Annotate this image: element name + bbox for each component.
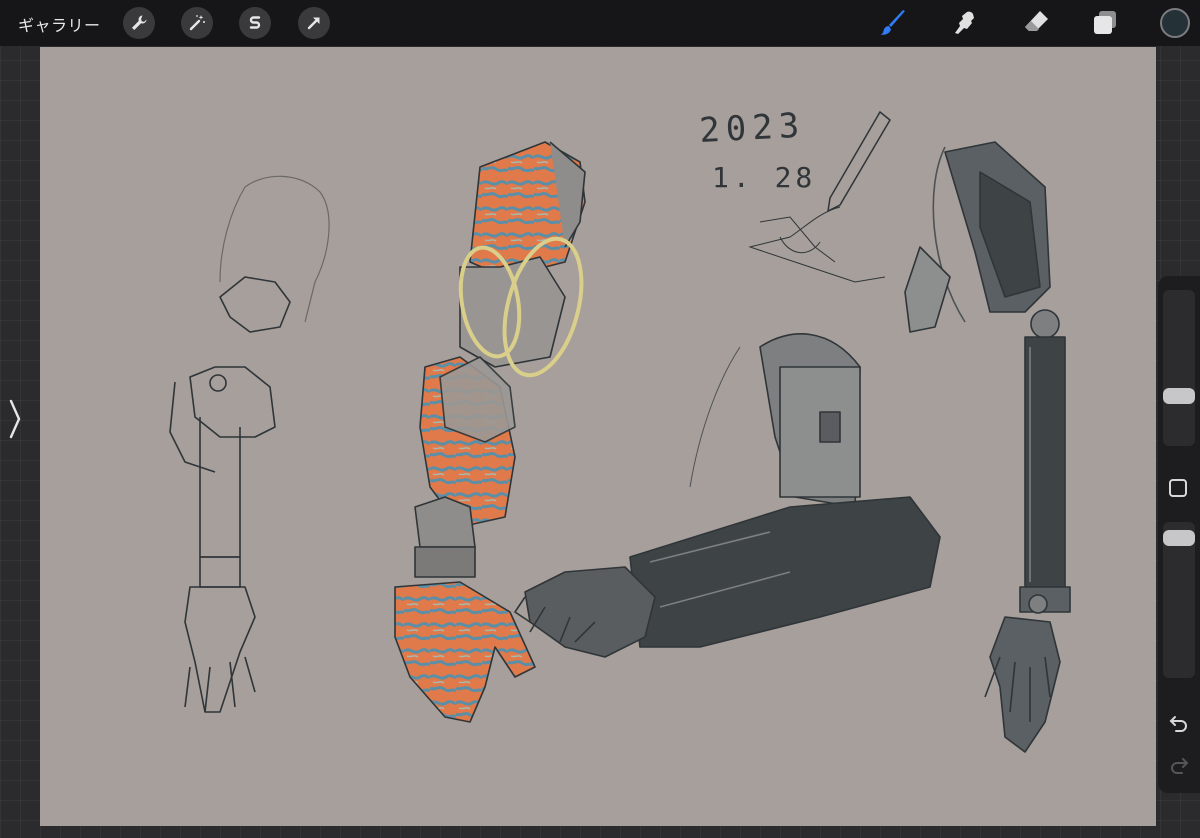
wrench-icon: [132, 15, 147, 30]
sidebar-toggle-button[interactable]: [4, 398, 26, 440]
modify-button[interactable]: [1169, 479, 1187, 497]
eraser-icon: [1025, 11, 1048, 31]
brush-sidebar: [1158, 276, 1200, 793]
selection-button[interactable]: [239, 7, 271, 39]
arm-sketch-3: [514, 333, 941, 658]
date-year: 2023: [698, 106, 806, 151]
smudge-tool-button[interactable]: [950, 8, 980, 38]
sketch-artwork: 2023 1. 28: [169, 106, 1071, 753]
arrow-transform-icon: [307, 17, 320, 30]
opacity-thumb[interactable]: [1163, 530, 1195, 546]
brush-size-thumb[interactable]: [1163, 388, 1195, 404]
brush-icon: [880, 10, 905, 35]
adjustments-button[interactable]: [181, 7, 213, 39]
undo-button[interactable]: [1167, 712, 1191, 736]
top-toolbar: ギャラリー: [0, 0, 1200, 46]
chevron-right-icon: [9, 399, 21, 439]
actions-button[interactable]: [123, 7, 155, 39]
transform-button[interactable]: [298, 7, 330, 39]
layers-icon: [1094, 11, 1116, 34]
arm-sketch-1: [169, 175, 330, 713]
redo-icon: [1171, 758, 1189, 774]
smudge-icon: [955, 11, 974, 34]
gallery-button[interactable]: ギャラリー: [18, 12, 101, 36]
date-day: 1. 28: [712, 161, 816, 194]
eraser-tool-button[interactable]: [1021, 8, 1051, 38]
color-picker-button[interactable]: [1160, 8, 1190, 38]
layers-button[interactable]: [1090, 8, 1120, 38]
undo-icon: [1169, 716, 1187, 732]
selection-s-icon: [249, 16, 261, 29]
arm-sketch-4: [904, 141, 1071, 753]
brush-size-slider[interactable]: [1163, 290, 1195, 446]
redo-button[interactable]: [1167, 754, 1191, 778]
date-annotation: 2023 1. 28: [698, 106, 816, 194]
brush-tool-button[interactable]: [878, 8, 908, 38]
magic-wand-icon: [189, 15, 205, 31]
drawing-canvas[interactable]: 2023 1. 28: [40, 47, 1156, 826]
